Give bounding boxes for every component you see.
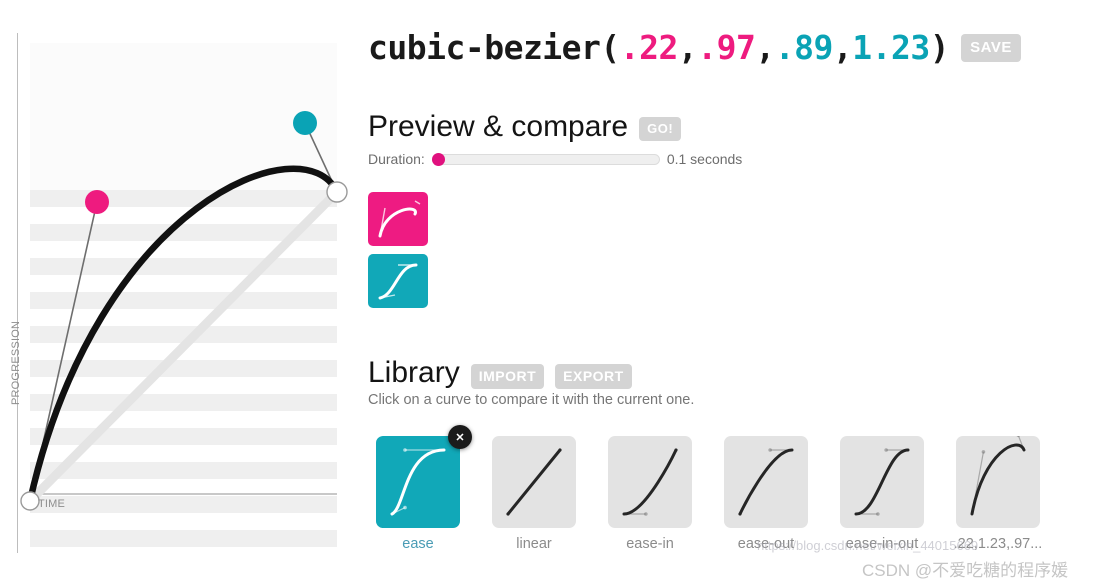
duration-row: Duration: 0.1 seconds (368, 151, 742, 167)
title-param-4[interactable]: 1.23 (852, 28, 930, 67)
library-heading-row: Library IMPORT EXPORT (368, 356, 694, 389)
preview-swatch-compare[interactable] (368, 254, 428, 308)
watermark-csdn: CSDN @不爱吃糖的程序媛 (862, 561, 1069, 580)
preview-swatches (368, 192, 428, 316)
library-item-4[interactable]: ease-in-out (840, 436, 924, 552)
preview-heading: Preview & compare (368, 110, 629, 143)
preview-section: Preview & compare GO! Duration: 0.1 seco… (368, 112, 742, 168)
duration-slider-track[interactable] (431, 154, 660, 165)
preview-heading-row: Preview & compare GO! (368, 112, 742, 142)
x-axis-label: TIME (38, 498, 66, 510)
title-comma-1: , (677, 28, 698, 67)
library-curve-preview (854, 448, 910, 516)
library-item-2[interactable]: ease-in (608, 436, 692, 552)
go-button[interactable]: GO! (639, 117, 682, 141)
duration-slider-knob[interactable] (431, 153, 445, 166)
library-card-ease[interactable]: ✕ (376, 425, 472, 528)
title-comma-2: , (755, 28, 775, 67)
library-hint: Click on a curve to compare it with the … (368, 392, 695, 408)
cubic-bezier-app: PROGRESSION TIME cubic-bezier(.22,.97,.8… (0, 0, 1115, 586)
library-section: Library IMPORT EXPORT Click on a curve t… (368, 356, 695, 409)
page-title: cubic-bezier(.22,.97,.89,1.23) (368, 28, 950, 67)
import-button[interactable]: IMPORT (470, 363, 545, 389)
title-fn-close: ) (929, 28, 950, 67)
y-axis-label: PROGRESSION (10, 320, 22, 405)
duration-slider[interactable] (431, 153, 660, 166)
library-item-label: linear (516, 536, 552, 552)
duration-label: Duration: (368, 151, 425, 167)
control-handle-p1[interactable] (85, 190, 109, 214)
bezier-curve-editor[interactable]: PROGRESSION TIME (0, 0, 360, 586)
library-item-label: ease (402, 536, 434, 552)
title-param-2[interactable]: .97 (697, 28, 756, 67)
library-card-ease-in[interactable] (608, 436, 692, 528)
duration-value: 0.1 seconds (666, 151, 743, 167)
watermark-url: https://blog.csdn.net/weixin_44015669 (757, 538, 979, 553)
export-button[interactable]: EXPORT (555, 363, 632, 389)
library-heading: Library (368, 356, 460, 389)
library-item-5[interactable]: .22,1.23,.97... (954, 436, 1042, 552)
library-item-1[interactable]: linear (492, 436, 576, 552)
title-param-1[interactable]: .22 (620, 28, 679, 67)
title-param-3[interactable]: .89 (775, 28, 834, 67)
save-button[interactable]: SAVE (961, 33, 1021, 62)
library-card-list: ✕ ease linear ease-in ease-out ease-in-out .22… (376, 425, 1042, 552)
bezier-title-row: cubic-bezier(.22,.97,.89,1.23) SAVE (368, 28, 1021, 67)
library-curve-preview (738, 448, 794, 516)
curve-end-point (326, 181, 348, 203)
library-item-3[interactable]: ease-out (724, 436, 808, 552)
library-card--22-1-23-97-[interactable] (956, 436, 1040, 528)
library-item-0[interactable]: ✕ ease (376, 425, 472, 552)
control-handle-p2[interactable] (293, 111, 317, 135)
linear-reference-line (25, 187, 342, 506)
preview-swatch-current[interactable] (368, 192, 428, 246)
library-item-label: ease-in (626, 536, 674, 552)
remove-comparison-icon[interactable]: ✕ (448, 425, 472, 449)
library-card-ease-in-out[interactable] (840, 436, 924, 528)
swatch-compare-curve (378, 263, 418, 300)
library-curve-preview (622, 448, 678, 516)
title-comma-3: , (832, 28, 853, 67)
swatch-current-curve (378, 200, 421, 238)
library-curve-preview (390, 448, 446, 516)
title-fn-open: cubic-bezier( (368, 28, 620, 67)
curve-start-point (20, 491, 40, 511)
library-card-linear[interactable] (492, 436, 576, 528)
library-curve-preview (506, 448, 562, 516)
library-curve-preview (970, 436, 1026, 516)
library-card-ease-out[interactable] (724, 436, 808, 528)
controls-panel: cubic-bezier(.22,.97,.89,1.23) SAVE Prev… (360, 0, 1115, 586)
